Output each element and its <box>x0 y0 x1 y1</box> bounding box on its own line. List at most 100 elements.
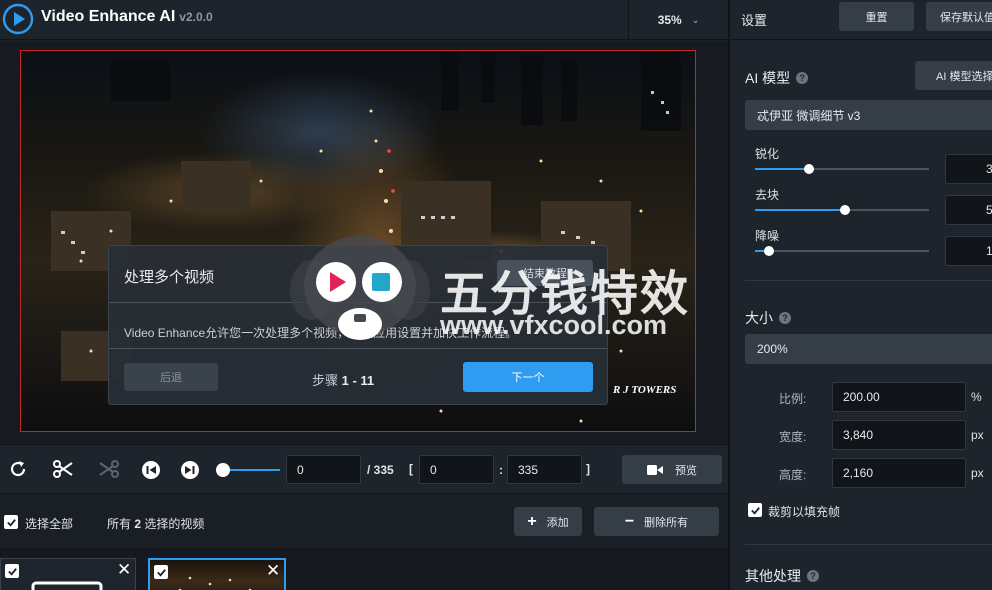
summary-suffix: 选择的视频 <box>141 517 205 531</box>
plus-icon: + <box>527 512 537 530</box>
scrub-handle[interactable] <box>216 463 230 477</box>
app-name: Video Enhance AI <box>41 8 176 25</box>
checkmark-icon <box>6 518 16 527</box>
deblock-value-input[interactable]: 50 <box>945 195 992 225</box>
crop-fill-checkbox[interactable] <box>748 503 762 517</box>
width-input[interactable]: 3,840 <box>832 420 966 450</box>
deblock-slider[interactable] <box>755 205 929 215</box>
chevron-down-icon: ⌄ <box>691 14 700 25</box>
settings-header: 设置 重置 保存默认值 <box>730 0 992 40</box>
close-icon[interactable]: ✕ <box>266 561 280 581</box>
watermark-monkey-icon <box>290 236 430 340</box>
preview-label: 预览 <box>675 464 697 477</box>
ratio-unit: % <box>971 390 982 404</box>
deblock-fill <box>755 209 846 211</box>
camera-icon <box>647 464 663 475</box>
video-thumbnail[interactable]: ✕ <box>0 558 136 590</box>
preview-button[interactable]: 预览 <box>622 455 722 484</box>
range-bracket-close: ] <box>586 462 590 476</box>
zoom-select[interactable]: 35% ⌄ <box>628 0 728 40</box>
denoise-knob[interactable] <box>763 246 774 256</box>
zoom-value: 35% <box>657 13 682 27</box>
reload-icon[interactable] <box>6 457 30 481</box>
range-bracket-open: [ <box>409 462 413 476</box>
section-divider <box>745 544 992 545</box>
size-title: 大小 <box>745 310 773 326</box>
ai-model-title: AI 模型 <box>745 70 791 86</box>
thumbnail-checkbox[interactable] <box>154 565 168 579</box>
denoise-value-input[interactable]: 10 <box>945 236 992 266</box>
size-section-title: 大小 ? <box>745 308 791 328</box>
remove-all-button[interactable]: − 删除所有 <box>594 507 719 536</box>
ratio-label: 比例: <box>779 392 807 406</box>
help-icon[interactable]: ? <box>796 72 809 84</box>
step-prefix: 步骤 <box>312 373 342 388</box>
denoise-label: 降噪 <box>755 229 780 243</box>
crop-fill-label: 裁剪以填充帧 <box>768 505 841 519</box>
help-icon[interactable]: ? <box>807 570 819 582</box>
selection-bar: 选择全部 所有 2 选择的视频 + 添加 − 删除所有 <box>0 495 728 547</box>
sharpen-knob[interactable] <box>803 164 814 174</box>
video-thumbnail-selected[interactable]: ✕ <box>148 558 286 590</box>
skip-back-icon[interactable] <box>140 459 162 481</box>
ai-model-dropdown[interactable]: 忒伊亚 微调细节 v3 <box>745 100 992 130</box>
help-icon[interactable]: ? <box>779 312 791 324</box>
other-processing-title: 其他处理 <box>745 568 801 584</box>
height-unit: px <box>971 466 984 480</box>
width-label: 宽度: <box>779 430 807 444</box>
deblock-knob[interactable] <box>840 205 851 215</box>
width-unit: px <box>971 428 984 442</box>
ai-model-section-title: AI 模型 ? <box>745 68 809 88</box>
video-queue: ✕ ✕ <box>0 548 728 590</box>
sharpen-label: 锐化 <box>755 147 780 161</box>
top-bar: Video Enhance AI v2.0.0 35% ⌄ <box>0 0 728 40</box>
select-all-label: 选择全部 <box>25 517 74 531</box>
height-input[interactable]: 2,160 <box>832 458 966 488</box>
step-indicator: 步骤 1 - 11 <box>312 370 374 389</box>
summary-prefix: 所有 <box>107 517 135 531</box>
minus-icon: − <box>624 512 635 530</box>
next-button[interactable]: 下一个 <box>463 362 593 392</box>
current-frame-input[interactable]: 0 <box>286 455 361 484</box>
app-version: v2.0.0 <box>179 10 213 24</box>
tower-sign: R J TOWERS <box>613 384 677 396</box>
other-processing-section-title: 其他处理 ? <box>745 566 819 586</box>
denoise-slider[interactable] <box>755 246 929 256</box>
reset-button[interactable]: 重置 <box>839 2 914 31</box>
playback-controls: 0 / 335 [ 0 : 335 ] 预览 <box>0 444 728 494</box>
remove-all-label: 删除所有 <box>644 516 689 529</box>
sharpen-fill <box>755 168 809 170</box>
settings-title: 设置 <box>741 13 768 28</box>
checkmark-icon <box>750 506 760 515</box>
dialog-divider <box>109 348 607 349</box>
app-window: Video Enhance AI v2.0.0 35% ⌄ R J TOWERS… <box>0 0 992 590</box>
cut-icon[interactable] <box>50 457 76 481</box>
film-placeholder-icon <box>31 581 103 590</box>
frame-total: / 335 <box>367 463 394 477</box>
sharpen-slider[interactable] <box>755 164 929 174</box>
ratio-input[interactable]: 200.00 <box>832 382 966 412</box>
deblock-label: 去块 <box>755 188 780 202</box>
app-title: Video Enhance AI v2.0.0 <box>41 8 213 26</box>
range-separator: : <box>499 463 503 477</box>
range-start-input[interactable]: 0 <box>419 455 494 484</box>
save-default-button[interactable]: 保存默认值 <box>926 2 992 31</box>
section-divider <box>745 280 992 281</box>
size-preset-dropdown[interactable]: 200% <box>745 334 992 364</box>
checkmark-icon <box>7 567 17 576</box>
thumbnail-checkbox[interactable] <box>5 564 19 578</box>
add-button[interactable]: + 添加 <box>514 507 582 536</box>
checkmark-icon <box>156 568 166 577</box>
select-all-checkbox[interactable] <box>4 515 18 529</box>
scrub-track[interactable] <box>222 469 280 471</box>
skip-forward-icon[interactable] <box>179 459 201 481</box>
sharpen-value-input[interactable]: 30 <box>945 154 992 184</box>
step-value: 1 - 11 <box>341 373 375 388</box>
close-icon[interactable]: ✕ <box>117 560 131 580</box>
ai-model-chooser-button[interactable]: AI 模型选择 <box>915 61 992 90</box>
watermark-url: www.vfxcool.com <box>440 310 668 340</box>
split-icon <box>96 457 122 481</box>
range-end-input[interactable]: 335 <box>507 455 582 484</box>
height-label: 高度: <box>779 468 807 482</box>
back-button[interactable]: 后退 <box>124 363 218 391</box>
